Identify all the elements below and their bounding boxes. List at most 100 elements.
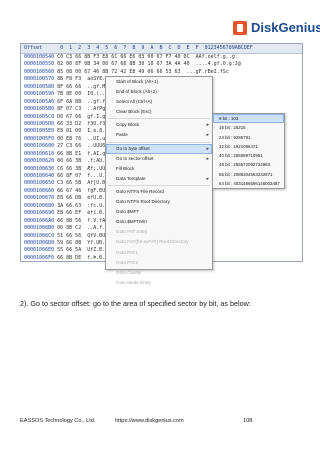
hex-row[interactable]: 0000100550 02 00 8F 0B 34 00 67 66 8B 30… [21,61,302,68]
submenu-arrow-icon: ▸ [206,132,209,139]
hex-row[interactable]: 0000100540 C0 C3 66 8B F3 E8 6C 66 E6 03… [21,54,302,61]
context-menu: Start of Block (Alt+1) End of Block (Alt+… [105,76,213,285]
hex-row-bytes[interactable]: 8F 07 C3 [57,106,81,112]
menu-item-label: Go to byte offset [116,145,150,151]
hex-row-bytes[interactable]: 55 66 5A [57,247,81,253]
submenu-item[interactable]: 48 bit : 255572092734983 [213,160,284,169]
hex-row-bytes[interactable]: 85 08 00 67 46 8B 72 42 E8 49 06 66 53 6… [57,69,180,75]
context-menu-item: Goto Cluster [106,268,212,278]
submenu-item[interactable]: 16 bit : 26215 [213,123,284,132]
hex-row-offset: 00001006E0 [24,247,55,254]
context-menu-item[interactable]: Goto $MFT [106,207,212,217]
context-menu-item[interactable]: Go to sector offset ▸ [106,154,212,164]
submenu-item[interactable]: 8 bit : 103 [213,114,284,124]
hex-row-bytes[interactable]: 27 C3 66 [57,143,81,149]
hex-row-offset: 0000100540 [24,54,55,60]
hex-row-bytes[interactable]: 66 8F 07 [57,173,81,179]
hex-row-bytes[interactable]: 66 33 D2 [57,121,81,127]
menu-item-label: End of Block (Alt+2) [116,89,157,95]
context-menu-item[interactable]: Copy Block ▸ [106,120,212,130]
context-menu-item: Goto FAT Entry [106,227,212,237]
hex-row-bytes[interactable]: 66 8B E1 [57,151,81,157]
hex-row-bytes[interactable]: E8 66 DB [57,195,81,201]
context-menu-item: Goto Mode Entry [106,278,212,288]
hex-column-header: Offset 0 1 2 3 4 5 6 7 8 9 A B C D E F 0… [21,44,302,54]
hex-row-bytes[interactable]: D0 67 66 [57,114,81,120]
menu-item-label: Goto NTFS Root Directory [116,199,170,205]
hex-row-bytes[interactable]: E8 01 00 [57,128,81,134]
hex-row-offset: 00001006F0 [24,254,55,261]
hex-row-bytes[interactable]: 51 66 56 [57,233,81,239]
context-menu-item: Goto FAT(for exFAT) Root Directory [106,237,212,247]
submenu-item[interactable]: 32 bit : 1921086471 [213,142,284,151]
menu-item-label: Goto $MFTMirr [116,219,148,225]
hex-row-bytes[interactable]: 00 8B C2 [57,225,81,231]
hex-row-bytes[interactable]: E8 66 EF [57,210,81,216]
menu-item-label: Goto Cluster [116,269,142,275]
hex-row-bytes[interactable]: C3 66 5B [57,180,81,186]
menu-item-label: Start of Block (Alt+1) [116,79,159,84]
hex-row-offset: 0000100680 [24,202,55,209]
hex-row-offset: 0000100640 [24,173,55,179]
context-menu-item[interactable]: Goto $MFTMirr [106,217,212,227]
context-menu-item[interactable]: Clear Block (Esc) [106,107,212,117]
hex-row-bytes[interactable]: C6 66 3B [57,166,81,172]
context-menu-item: Goto FAT1 [106,248,212,258]
hex-row-offset: 00001005D0 [24,120,55,127]
menu-separator [108,118,210,120]
hex-row-bytes[interactable]: 8F 66 66 [57,84,81,90]
hex-row-ascii: ÀÃf.óèlf.g..@. [195,54,238,60]
hex-row-offset: 00001005A0 [24,98,55,105]
context-menu-item[interactable]: Select All (Ctrl+A) [106,97,212,107]
submenu-arrow-icon: ▸ [206,155,209,162]
hex-row-bytes[interactable]: 00 E8 76 [57,136,81,142]
context-menu-item[interactable]: Goto NTFS File Record [106,187,212,197]
hex-row-offset: 0000100670 [24,195,55,202]
submenu-item[interactable]: 64 bit : 4531486696146003487 [213,179,284,188]
hex-row-offset: 0000100620 [24,158,55,165]
menu-item-label: Goto $MFT [116,209,140,215]
hex-row-offset: 00001005C0 [24,113,55,120]
context-menu-item[interactable]: Data Template ▸ [106,174,212,184]
menu-separator [108,141,210,143]
hex-row-ascii: ....4.gf.0.g:J@ [195,61,241,68]
context-menu-item[interactable]: Fill Block [106,164,212,174]
footer-url[interactable]: https://www.diskgenius.com [115,418,215,424]
hex-row-bytes[interactable]: 59 66 8B [57,240,81,246]
diskgenius-logo-icon [233,20,247,35]
caption-text: 2). Go to sector offset: go to the area … [20,299,251,308]
menu-item-label: Fill Block [116,165,135,171]
hex-row-bytes[interactable]: 02 00 8F 0B 34 00 67 66 8B 30 10 67 3A 4… [57,61,189,67]
hex-row-bytes[interactable]: 66 8B DE [57,255,81,261]
context-menu-item[interactable]: End of Block (Alt+2) [106,87,212,97]
footer-company: EASSOS Technology Co., Ltd. [20,418,96,424]
menu-item-label: Goto FAT Entry [116,229,148,235]
hex-row-bytes[interactable]: 00 66 3B [57,158,81,164]
submenu-item[interactable]: 24 bit : 9286791 [213,133,284,142]
hex-row-bytes[interactable]: 8B F8 F3 [57,76,81,82]
context-menu-item[interactable]: Go to byte offset ▸ [106,143,212,154]
hex-row-offset: 00001005F0 [24,135,55,142]
hex-row-offset: 0000100580 [24,83,55,90]
hex-row-offset: 00001006A0 [24,217,55,224]
hex-row-bytes[interactable]: 6F 6A 8B [57,99,81,105]
context-menu-item[interactable]: Goto NTFS Root Directory [106,197,212,207]
submenu-item[interactable]: 56 bit : 2088304563232871 [213,170,284,179]
hex-row-bytes[interactable]: 66 8B 56 [57,218,81,224]
context-menu-item[interactable]: Start of Block (Alt+1) [106,77,212,87]
menu-item-label: Data Template [116,175,146,181]
submenu-item[interactable]: 40 bit : 285089710951 [213,151,284,160]
hex-row-bytes[interactable]: 3A 66 63 [57,203,81,209]
menu-item-label: Goto NTFS File Record [116,188,164,194]
hex-row-offset: 0000100590 [24,91,55,98]
menu-item-label: Copy Block [116,122,140,128]
context-menu-item: Goto FAT2 [106,258,212,268]
page-number: 108 [243,418,253,424]
hex-row-bytes[interactable]: 66 67 46 [57,188,81,194]
submenu-arrow-icon: ▸ [206,122,209,129]
hex-row-bytes[interactable]: C0 C3 66 8B F3 E8 6C 66 E6 03 00 67 F7 4… [57,54,189,60]
hex-row-offset: 0000100660 [24,187,55,194]
hex-row-bytes[interactable]: 7B 8E 00 [57,91,81,97]
context-menu-item[interactable]: Paste ▸ [106,130,212,140]
logo-text: DiskGenius [251,20,320,35]
